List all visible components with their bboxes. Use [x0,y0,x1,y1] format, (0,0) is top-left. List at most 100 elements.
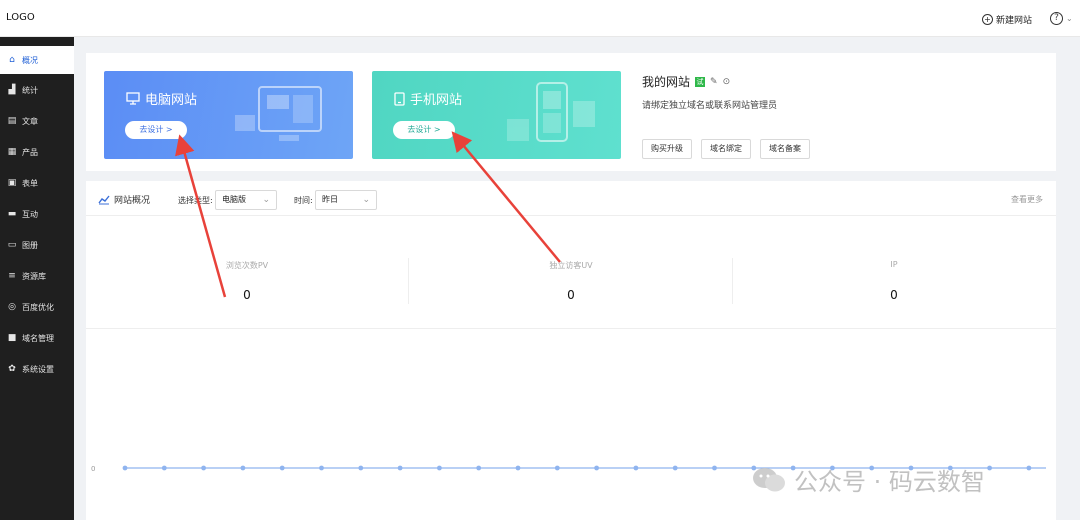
chart-icon: ▟ [8,85,16,95]
pc-site-title-text: 电脑网站 [145,93,198,108]
overview-title-text: 网站概况 [114,196,151,206]
stat-divider [732,258,733,304]
pc-site-card[interactable]: 电脑网站 去设计 > [104,71,353,159]
sidebar-item-label: 图册 [22,240,38,250]
time-select-value: 昨日 [322,195,338,204]
watermark-text: 公众号 · 码云数智 [794,468,985,496]
grid-icon: ▦ [7,147,17,157]
top-bar: LOGO + 新建网站 ? ⌄ [0,0,1080,37]
chevron-down-icon: ⌄ [362,195,370,205]
pc-design-button[interactable]: 去设计 > [125,121,187,139]
ip-label: IP [890,260,898,269]
mobile-site-title-text: 手机网站 [410,93,463,108]
domain-icon: ■ [7,333,17,343]
trial-badge: 试 [695,76,706,87]
chart-point[interactable] [437,465,442,471]
chart-point[interactable] [201,465,206,471]
sidebar-item-interaction[interactable]: ▬ 互动 [0,200,74,228]
phone-icon [394,91,405,106]
chart-point[interactable] [358,465,364,471]
sidebar-item-label: 产品 [22,147,38,157]
settings-icon: ✿ [8,364,16,374]
mobile-illustration [507,82,595,142]
ip-value: 0 [890,288,898,302]
uv-value: 0 [567,288,575,302]
uv-label: 独立访客UV [549,261,593,270]
time-select[interactable]: 昨日 ⌄ [315,190,377,210]
chart-point[interactable] [987,465,992,471]
sidebar-item-label: 百度优化 [22,302,54,312]
view-more-link[interactable]: 查看更多 [1011,194,1043,205]
pv-value: 0 [243,288,251,302]
chart-point[interactable] [633,465,639,471]
settings-circle-icon[interactable]: ⊙ [723,77,731,87]
logo[interactable]: LOGO [6,12,35,23]
chart-point[interactable] [672,465,678,471]
chart-point[interactable] [161,465,167,471]
chart-point[interactable] [240,465,246,471]
buy-upgrade-button[interactable]: 购买升级 [642,139,692,159]
time-filter-label: 时间: [294,196,313,205]
type-select[interactable]: 电脑版 ⌄ [215,190,277,210]
mobile-site-title: 手机网站 [394,89,462,108]
my-site-title: 我的网站 [642,75,691,89]
form-icon: ▣ [7,178,17,188]
watermark: 公众号 · 码云数智 [752,462,985,497]
type-filter-label: 选择类型: [178,196,213,205]
sidebar-item-label: 统计 [22,85,38,95]
sidebar-item-seo[interactable]: ◎ 百度优化 [0,293,74,321]
divider [86,215,1056,216]
home-icon: ⌂ [9,55,15,65]
sidebar-item-label: 系统设置 [22,364,54,374]
sidebar-item-label: 概况 [22,55,38,65]
y-axis-label: 0 [91,465,95,473]
stat-divider [408,258,409,304]
monitor-icon [126,92,140,105]
sidebar-item-forms[interactable]: ▣ 表单 [0,169,74,197]
chart-point[interactable] [712,465,717,471]
overview-title: 网站概况 [98,193,150,206]
help-menu[interactable]: ? ⌄ [1050,12,1073,25]
new-site-button[interactable]: + 新建网站 [982,13,1032,26]
plus-circle-icon: + [982,14,993,25]
sidebar-item-stats[interactable]: ▟ 统计 [0,76,74,104]
sidebar-item-products[interactable]: ▦ 产品 [0,138,74,166]
sidebar-item-articles[interactable]: ▤ 文章 [0,107,74,135]
my-site-heading: 我的网站 试 ✎ ⊙ [642,73,730,90]
database-icon: ≡ [8,271,16,281]
mobile-design-button[interactable]: 去设计 > [393,121,455,139]
sidebar-item-domain[interactable]: ■ 域名管理 [0,324,74,352]
chart-point[interactable] [122,465,128,471]
question-circle-icon: ? [1050,12,1063,25]
sidebar-item-resources[interactable]: ≡ 资源库 [0,262,74,290]
pv-label: 浏览次数PV [225,261,269,270]
chevron-down-icon: ⌄ [1066,14,1073,23]
chart-point[interactable] [554,465,560,471]
sidebar-item-label: 域名管理 [22,333,54,343]
wechat-icon [753,467,785,491]
sidebar-item-album[interactable]: ▭ 图册 [0,231,74,259]
type-select-value: 电脑版 [222,195,246,204]
sidebar-item-label: 表单 [22,178,38,188]
domain-filing-button[interactable]: 域名备案 [760,139,810,159]
domain-hint: 请绑定独立域名或联系网站管理员 [642,101,778,111]
seo-icon: ◎ [8,302,16,312]
chat-icon: ▬ [7,209,17,219]
chart-point[interactable] [279,465,285,471]
chart-point[interactable] [515,465,521,471]
chart-point[interactable] [397,465,403,471]
sidebar-item-settings[interactable]: ✿ 系统设置 [0,355,74,383]
chart-point[interactable] [594,465,599,471]
chart-point[interactable] [1026,465,1032,471]
chart-point[interactable] [319,465,324,471]
document-icon: ▤ [7,116,17,126]
chart-point[interactable] [476,465,482,471]
pc-illustration [235,86,322,141]
edit-icon[interactable]: ✎ [710,77,718,87]
domain-bind-button[interactable]: 域名绑定 [701,139,751,159]
mobile-site-card[interactable]: 手机网站 去设计 > [372,71,621,159]
sidebar-item-label: 互动 [22,209,38,219]
chevron-down-icon: ⌄ [262,195,270,205]
sidebar-item-overview[interactable]: ⌂ 概况 [0,46,74,74]
divider [86,328,1056,329]
